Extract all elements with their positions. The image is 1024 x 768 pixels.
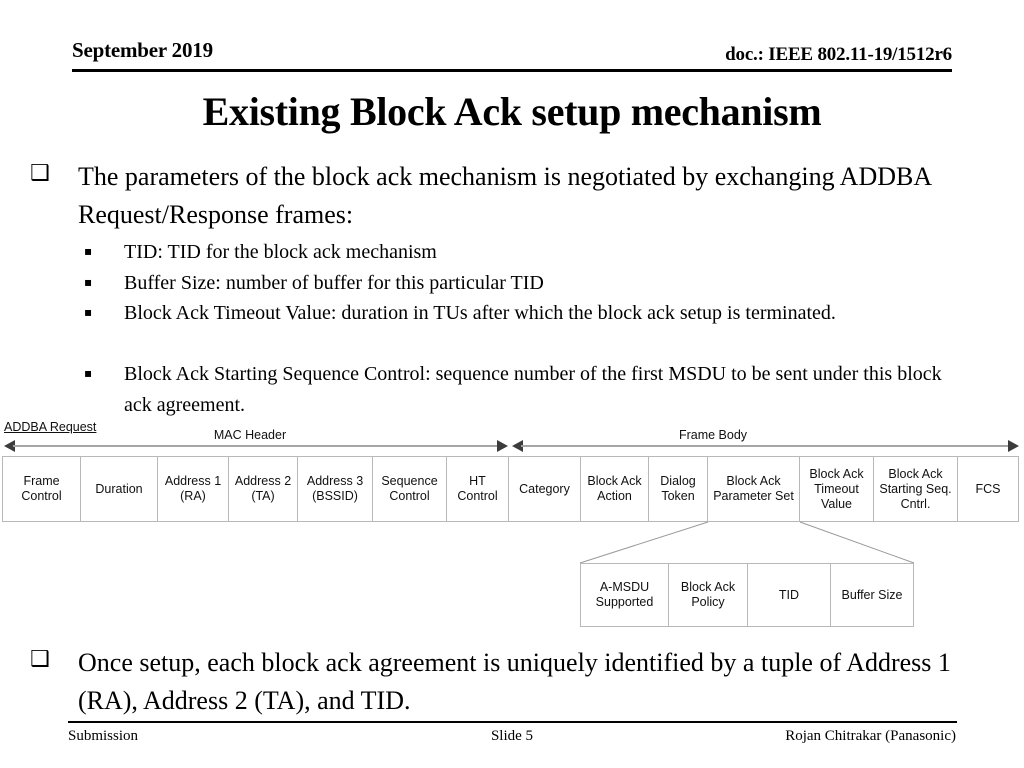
frame-field-cell: Sequence Control xyxy=(373,457,447,521)
bullet-level2-1: ▪ TID: TID for the block ack mechanism xyxy=(84,237,974,268)
param-field-cell: Buffer Size xyxy=(841,587,903,602)
param-field-cell: TID xyxy=(748,564,831,626)
bullet-level2-3: ▪ Block Ack Timeout Value: duration in T… xyxy=(84,298,954,329)
header-doc-id: doc.: IEEE 802.11-19/1512r6 xyxy=(725,44,952,65)
bullet-level1-2-text: Once setup, each block ack agreement is … xyxy=(78,648,951,715)
bullet-small-square-icon: ▪ xyxy=(84,366,93,380)
arrow-right-tip-icon xyxy=(1008,440,1019,452)
frame-body-arrow xyxy=(512,440,1019,452)
bullet-level2-2-text: Buffer Size: number of buffer for this p… xyxy=(124,272,544,294)
bullet-level2-1-text: TID: TID for the block ack mechanism xyxy=(124,241,437,263)
addba-request-label: ADDBA Request xyxy=(4,420,97,434)
bullet-level2-2: ▪ Buffer Size: number of buffer for this… xyxy=(84,268,974,299)
param-field-cell: Block Ack Policy xyxy=(669,564,748,626)
span-arrows xyxy=(0,440,1024,453)
header-divider xyxy=(72,69,952,72)
arrow-bar xyxy=(13,445,499,447)
frame-field-cell: Block Ack Timeout Value xyxy=(800,457,874,521)
block-ack-parameter-set-table: A-MSDU Supported Block Ack Policy TID Buffe… xyxy=(580,563,914,627)
bullet-level2-4: ▪ Block Ack Starting Sequence Control: s… xyxy=(84,359,974,421)
frame-field-cell: Address 2 (TA) xyxy=(229,457,298,521)
frame-field-cell: Dialog Token xyxy=(649,457,708,521)
frame-field-cell: Category xyxy=(509,457,581,521)
bullet-level1-1-text: The parameters of the block ack mechanis… xyxy=(78,162,931,229)
frame-field-cell: Duration xyxy=(81,457,158,521)
frame-format-table: Frame Control Duration Address 1 (RA) Addre… xyxy=(2,456,1019,522)
bullet-square-icon: ❑ xyxy=(30,161,50,186)
frame-field-cell: Address 1 (RA) xyxy=(158,457,229,521)
slide: September 2019 doc.: IEEE 802.11-19/1512… xyxy=(0,0,1024,768)
header-date: September 2019 xyxy=(72,38,213,62)
frame-field-cell: Address 3 (BSSID) xyxy=(298,457,373,521)
bullet-level2-4-text: Block Ack Starting Sequence Control: seq… xyxy=(124,363,942,416)
bullet-level1-1: ❑ The parameters of the block ack mechan… xyxy=(30,158,938,234)
bullet-small-square-icon: ▪ xyxy=(84,244,93,258)
page-title: Existing Block Ack setup mechanism xyxy=(202,89,822,134)
frame-field-cell: Block Ack Parameter Set xyxy=(708,457,800,521)
footer-author: Rojan Chitrakar (Panasonic) xyxy=(785,728,956,744)
frame-field-cell: Frame Control xyxy=(3,457,81,521)
footer-divider xyxy=(68,721,957,723)
frame-field-cell: Block Ack Starting Seq. Cntrl. xyxy=(874,457,958,521)
frame-field-cell: FCS xyxy=(975,481,1001,496)
bullet-level1-2: ❑ Once setup, each block ack agreement i… xyxy=(30,644,978,720)
frame-field-cell: Block Ack Action xyxy=(581,457,649,521)
bullet-square-icon: ❑ xyxy=(30,647,50,672)
frame-field-cell: HT Control xyxy=(447,457,509,521)
param-field-cell: A-MSDU Supported xyxy=(581,564,669,626)
mac-header-arrow xyxy=(4,440,508,452)
bullet-small-square-icon: ▪ xyxy=(84,305,93,319)
arrow-right-tip-icon xyxy=(497,440,508,452)
bullet-level2-3-text: Block Ack Timeout Value: duration in TUs… xyxy=(124,302,836,324)
bullet-small-square-icon: ▪ xyxy=(84,275,93,289)
arrow-bar xyxy=(521,445,1010,447)
